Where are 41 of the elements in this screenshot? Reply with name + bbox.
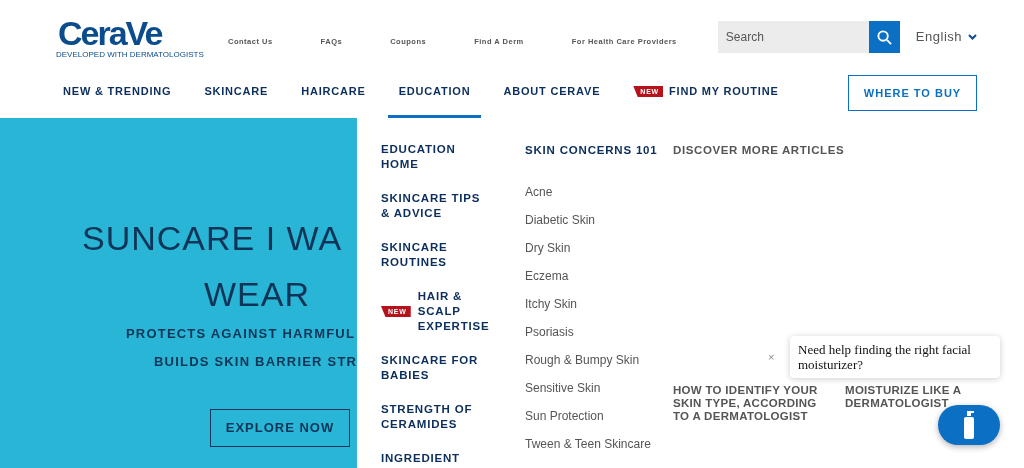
concern-link[interactable]: Sensitive Skin — [525, 380, 673, 397]
where-to-buy-button[interactable]: WHERE TO BUY — [848, 75, 977, 111]
logo-tagline: DEVELOPED WITH DERMATOLOGISTS — [56, 51, 204, 59]
cerave-logo[interactable]: CeraVe DEVELOPED WITH DERMATOLOGISTS — [56, 15, 206, 59]
hero-headline: WEAR — [204, 274, 310, 315]
explore-now-button[interactable]: EXPLORE NOW — [210, 409, 350, 447]
menu-section-link[interactable]: SKINCARE TIPS & ADVICE — [381, 191, 491, 221]
menu-section-link[interactable]: INGREDIENT — [381, 451, 491, 466]
hero-headline: SUNCARE I WA — [82, 218, 343, 259]
concern-link[interactable]: Psoriasis — [525, 324, 673, 341]
chat-bubble: Need help finding the right facial moisturizer? — [790, 336, 1000, 378]
article-link[interactable]: HOW TO IDENTIFY YOUR SKIN TYPE, ACCORDING TO A DERMATOLOGIST — [673, 384, 831, 424]
concern-link[interactable]: Eczema — [525, 268, 673, 285]
menu-section-link[interactable]: SKINCARE ROUTINES — [381, 240, 491, 270]
lotion-bottle-icon — [962, 411, 976, 439]
language-select[interactable]: English — [915, 27, 977, 47]
menu-section-link[interactable]: SKINCARE FOR BABIES — [381, 353, 491, 383]
close-button[interactable]: × — [768, 349, 775, 366]
search-field[interactable]: Search — [717, 21, 869, 53]
column-heading: DISCOVER MORE ARTICLES — [673, 143, 846, 158]
search-icon — [876, 29, 892, 45]
menu-section-link[interactable]: EDUCATION HOME — [381, 142, 491, 172]
nav-tab[interactable]: NEW & TRENDING — [52, 68, 183, 118]
menu-section-link[interactable]: STRENGTH OF CERAMIDES — [381, 402, 491, 432]
logo-wordmark: CeraVe — [57, 15, 163, 51]
column-heading: SKIN CONCERNS 101 — [525, 143, 659, 158]
concern-link[interactable]: Sun Protection — [525, 408, 673, 425]
concern-link[interactable]: Rough & Bumpy Skin — [525, 352, 673, 369]
article-link[interactable]: MOISTURIZE LIKE A DERMATOLOGIST — [845, 384, 1003, 424]
nav-tab[interactable]: ABOUT CERAVE — [492, 68, 612, 118]
search-button[interactable] — [868, 21, 900, 53]
concern-link[interactable]: Acne — [525, 184, 673, 201]
concern-link[interactable]: Itchy Skin — [525, 296, 673, 313]
hero-subline: PROTECTS AGAINST HARMFUL — [126, 325, 357, 343]
concern-link[interactable]: Diabetic Skin — [525, 212, 673, 229]
chevron-down-icon — [968, 34, 977, 40]
concern-link[interactable]: Tween & Teen Skincare — [525, 436, 673, 453]
nav-tab[interactable]: HAIRCARE — [290, 68, 377, 118]
nav-tab[interactable]: SKINCARE — [193, 68, 280, 118]
concern-link[interactable]: Dry Skin — [525, 240, 673, 257]
hero-subline: BUILDS SKIN BARRIER STR — [154, 352, 358, 371]
